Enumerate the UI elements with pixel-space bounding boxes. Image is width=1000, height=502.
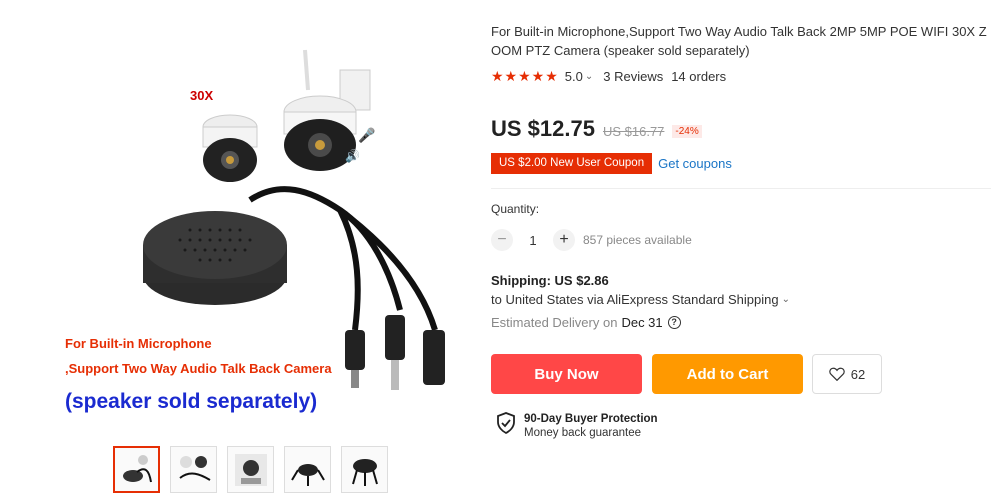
decrease-quantity-button[interactable]: − (491, 229, 513, 251)
protection-subtitle: Money back guarantee (524, 427, 641, 439)
coupon-badge[interactable]: US $2.00 New User Coupon (486, 153, 653, 174)
divider (491, 188, 991, 189)
svg-text:🔊: 🔊 (345, 148, 360, 163)
thumbnail-image (178, 455, 211, 481)
caret-down-icon[interactable]: ⌄ (585, 71, 593, 82)
get-coupons-link[interactable]: Get coupons (658, 156, 732, 171)
zoom-badge: 30X (190, 88, 213, 103)
orders-count: 14 orders (671, 69, 727, 84)
discount-badge: -24% (672, 125, 702, 138)
price-row: US $12.75 US $16.77 -24% (491, 116, 702, 142)
current-price: US $12.75 (491, 116, 595, 141)
delivery-date: Dec 31 (621, 315, 663, 330)
thumbnail[interactable] (113, 446, 160, 493)
svg-text:🎤: 🎤 (358, 126, 376, 144)
wishlist-count: 62 (850, 366, 866, 382)
image-caption-2: ,Support Two Way Audio Talk Back Camera (65, 361, 332, 376)
thumbnail-image (290, 463, 325, 486)
original-price: US $16.77 (602, 124, 665, 139)
product-main-image[interactable]: 30X 🎤 🔊 For Built-in Microphone ,Support… (40, 30, 460, 430)
thumbnail[interactable] (284, 446, 331, 493)
add-to-cart-button[interactable]: Add to Cart (652, 354, 803, 394)
thumbnail[interactable] (227, 446, 274, 493)
heart-icon (829, 367, 845, 381)
caret-down-icon: ⌄ (781, 294, 791, 305)
thumbnail[interactable] (170, 446, 217, 493)
shipping-cost: Shipping: US $2.86 (491, 273, 609, 288)
thumbnail-image (351, 458, 378, 486)
shield-icon (497, 412, 515, 434)
increase-quantity-button[interactable]: + (553, 229, 575, 251)
buyer-protection: 90-Day Buyer Protection Money back guara… (496, 412, 658, 440)
product-photo: 30X 🎤 🔊 For Built-in Microphone ,Support… (40, 30, 460, 430)
quantity-value[interactable]: 1 (513, 233, 553, 248)
thumbnail-strip (113, 446, 388, 493)
thumbnail-image (234, 453, 267, 486)
estimated-delivery: Estimated Delivery on Dec 31 ? (491, 315, 681, 330)
quantity-stepper: − 1 + 857 pieces available (491, 229, 692, 251)
availability-text: 857 pieces available (583, 233, 692, 247)
rating-score[interactable]: 5.0 (565, 69, 583, 84)
image-caption-1: For Built-in Microphone (65, 336, 212, 351)
help-icon[interactable]: ? (667, 316, 681, 329)
reviews-link[interactable]: 3 Reviews (603, 69, 663, 84)
quantity-label: Quantity: (491, 202, 540, 216)
shipping-destination-text: to United States via AliExpress Standard… (491, 292, 779, 307)
protection-title: 90-Day Buyer Protection (524, 413, 658, 425)
buy-now-button[interactable]: Buy Now (491, 354, 642, 394)
delivery-label: Estimated Delivery on (491, 315, 618, 330)
product-title: For Built-in Microphone,Support Two Way … (491, 24, 987, 58)
thumbnail[interactable] (341, 446, 388, 493)
star-icon: ★★★★★ (491, 68, 559, 84)
shipping-destination[interactable]: to United States via AliExpress Standard… (491, 292, 790, 307)
wishlist-button[interactable]: 62 (812, 354, 882, 394)
image-caption-3: (speaker sold separately) (65, 390, 317, 413)
coupon-row: US $2.00 New User Coupon Get coupons (486, 153, 732, 174)
rating-row: ★★★★★ 5.0 ⌄ 3 Reviews 14 orders (491, 68, 726, 85)
thumbnail-image (122, 454, 152, 482)
